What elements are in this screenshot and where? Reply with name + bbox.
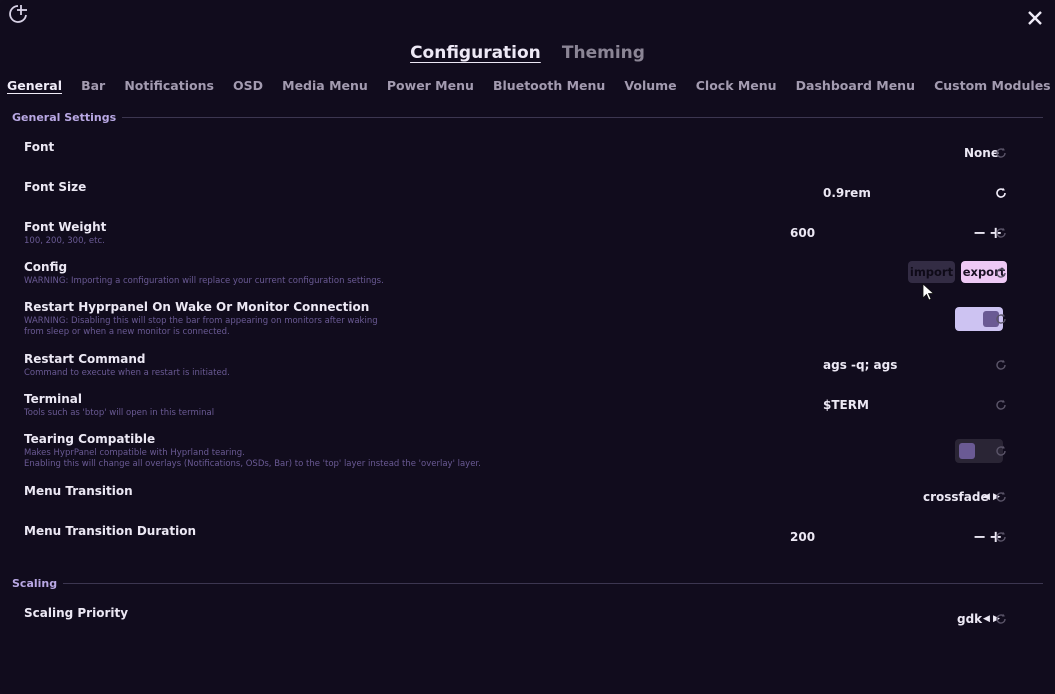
subtab-osd[interactable]: OSD: [233, 78, 263, 93]
reset-icon[interactable]: [995, 187, 1007, 199]
reset-icon[interactable]: [995, 313, 1007, 325]
setting-title: Font Weight: [24, 220, 107, 234]
setting-subtitle: Tools such as 'btop' will open in this t…: [24, 408, 215, 418]
section-title: Scaling: [12, 577, 58, 590]
setting-subtitle: 100, 200, 300, etc.: [24, 236, 105, 246]
setting-subtitle: Enabling this will change all overlays (…: [24, 459, 481, 469]
terminal-input[interactable]: $TERM: [823, 398, 869, 412]
reset-icon[interactable]: [995, 147, 1007, 159]
setting-title: Terminal: [24, 392, 83, 406]
subtab-bar[interactable]: Bar: [81, 78, 105, 93]
setting-title: Scaling Priority: [24, 606, 129, 620]
setting-title: Menu Transition: [24, 484, 133, 498]
section-title: General Settings: [12, 111, 117, 124]
import-button[interactable]: import: [908, 261, 955, 283]
reset-icon[interactable]: [995, 267, 1007, 279]
setting-title: Restart Command: [24, 352, 146, 366]
setting-subtitle: from sleep or when a new monitor is conn…: [24, 327, 230, 337]
menu-transition-duration-input[interactable]: 200: [790, 530, 815, 544]
subtab-custom-modules[interactable]: Custom Modules: [934, 78, 1051, 93]
decrement-button[interactable]: −: [973, 529, 986, 545]
setting-title: Font Size: [24, 180, 87, 194]
reset-icon[interactable]: [995, 613, 1007, 625]
sub-tabs: General Bar Notifications OSD Media Menu…: [0, 75, 1055, 94]
reset-icon[interactable]: [995, 445, 1007, 457]
scaling-priority-value: gdk: [957, 612, 983, 626]
reset-icon[interactable]: [995, 227, 1007, 239]
setting-title: Config: [24, 260, 68, 274]
divider: [63, 583, 1043, 584]
subtab-media-menu[interactable]: Media Menu: [282, 78, 368, 93]
mouse-cursor-icon: [922, 283, 935, 301]
setting-title: Tearing Compatible: [24, 432, 156, 446]
menu-transition-value: crossfade: [923, 490, 989, 504]
setting-subtitle: Command to execute when a restart is ini…: [24, 368, 230, 378]
reset-icon[interactable]: [995, 491, 1007, 503]
setting-title: Restart Hyprpanel On Wake Or Monitor Con…: [24, 300, 370, 314]
font-weight-input[interactable]: 600: [790, 226, 815, 240]
setting-title: Font: [24, 140, 55, 154]
subtab-bluetooth-menu[interactable]: Bluetooth Menu: [493, 78, 605, 93]
toggle-knob: [959, 443, 975, 459]
settings-window: Configuration Theming General Bar Notifi…: [0, 0, 1055, 694]
tab-theming[interactable]: Theming: [562, 43, 645, 63]
reset-icon[interactable]: [995, 399, 1007, 411]
prev-arrow-icon[interactable]: ◀: [983, 492, 990, 502]
subtab-power-menu[interactable]: Power Menu: [387, 78, 474, 93]
font-value[interactable]: None: [964, 146, 999, 160]
subtab-general[interactable]: General: [7, 78, 62, 93]
reset-icon[interactable]: [995, 531, 1007, 543]
hyprpanel-logo-icon: [9, 5, 27, 23]
subtab-notifications[interactable]: Notifications: [124, 78, 214, 93]
main-tabs: Configuration Theming: [0, 43, 1055, 63]
decrement-button[interactable]: −: [973, 225, 986, 241]
prev-arrow-icon[interactable]: ◀: [983, 614, 990, 624]
setting-title: Menu Transition Duration: [24, 524, 196, 538]
general-settings-header: General Settings: [12, 111, 1043, 124]
scaling-header: Scaling: [12, 577, 1043, 590]
divider: [122, 117, 1043, 118]
restart-command-input[interactable]: ags -q; ags: [823, 358, 897, 372]
subtab-dashboard-menu[interactable]: Dashboard Menu: [796, 78, 915, 93]
subtab-clock-menu[interactable]: Clock Menu: [696, 78, 777, 93]
tab-configuration[interactable]: Configuration: [410, 43, 541, 63]
close-icon[interactable]: [1025, 8, 1045, 28]
reset-icon[interactable]: [995, 359, 1007, 371]
subtab-volume[interactable]: Volume: [624, 78, 676, 93]
setting-subtitle: WARNING: Importing a configuration will …: [24, 276, 384, 286]
font-size-input[interactable]: 0.9rem: [823, 186, 871, 200]
